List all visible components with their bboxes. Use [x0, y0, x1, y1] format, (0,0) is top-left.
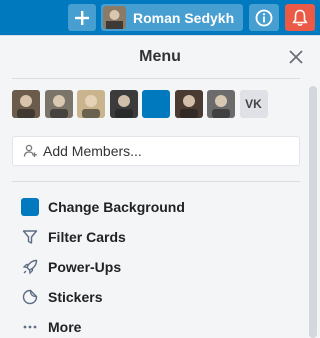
- menu-item-label: Change Background: [48, 199, 185, 215]
- top-bar: Roman Sedykh: [0, 0, 320, 35]
- filter-icon: [20, 227, 40, 247]
- member-avatar[interactable]: [12, 90, 40, 118]
- change-background-item[interactable]: Change Background: [12, 192, 300, 222]
- member-avatar[interactable]: [207, 90, 235, 118]
- plus-icon: [75, 10, 89, 25]
- member-avatar[interactable]: [142, 90, 170, 118]
- menu-panel: Menu VK Add Members... Change Background…: [0, 35, 320, 338]
- more-item[interactable]: More: [12, 312, 300, 338]
- close-button[interactable]: [287, 48, 305, 66]
- rocket-icon: [20, 257, 40, 277]
- stickers-item[interactable]: Stickers: [12, 282, 300, 312]
- info-button[interactable]: [249, 4, 279, 31]
- add-members-button[interactable]: Add Members...: [12, 136, 300, 166]
- divider: [12, 78, 300, 79]
- add-members-label: Add Members...: [43, 143, 142, 159]
- user-name: Roman Sedykh: [133, 9, 235, 26]
- filter-cards-item[interactable]: Filter Cards: [12, 222, 300, 252]
- member-avatar[interactable]: [44, 90, 73, 118]
- member-avatar[interactable]: [174, 90, 203, 118]
- info-icon: [255, 9, 273, 26]
- background-swatch-icon: [20, 197, 40, 217]
- scrollbar[interactable]: [309, 86, 317, 338]
- notifications-button[interactable]: [285, 4, 315, 31]
- power-ups-item[interactable]: Power-Ups: [12, 252, 300, 282]
- add-person-icon: [23, 144, 37, 157]
- add-button[interactable]: [68, 4, 96, 31]
- sticker-icon: [20, 287, 40, 307]
- member-avatar[interactable]: [109, 90, 138, 118]
- more-dots-icon: [20, 317, 40, 337]
- menu-item-label: Stickers: [48, 289, 103, 305]
- panel-title: Menu: [139, 48, 181, 65]
- avatar: [103, 6, 126, 29]
- user-menu-button[interactable]: Roman Sedykh: [101, 4, 243, 31]
- divider: [12, 181, 300, 182]
- member-avatar-vk[interactable]: VK: [239, 90, 268, 118]
- bell-icon: [292, 9, 308, 26]
- close-icon: [289, 50, 303, 64]
- menu-item-label: Power-Ups: [48, 259, 122, 275]
- member-avatar[interactable]: [77, 90, 105, 118]
- menu-item-label: Filter Cards: [48, 229, 126, 245]
- menu-item-label: More: [48, 319, 82, 335]
